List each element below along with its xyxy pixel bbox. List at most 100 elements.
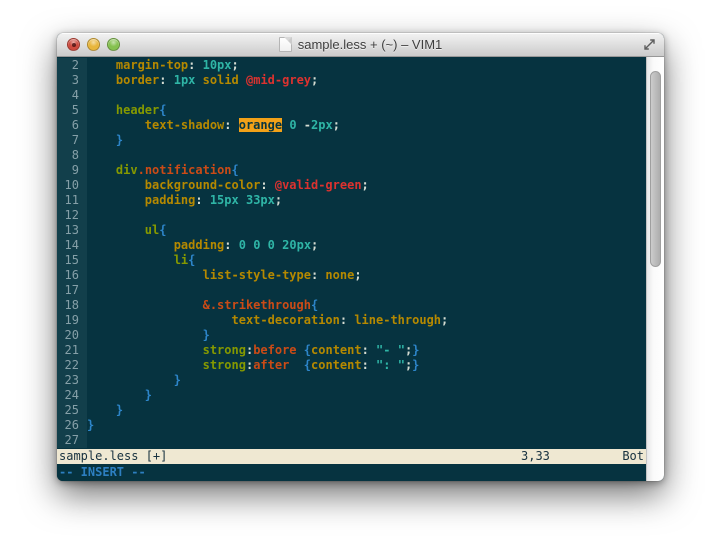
mode-line: -- INSERT --: [57, 464, 646, 481]
token-space: [87, 73, 116, 87]
token-cls: .notification: [138, 163, 232, 177]
token-val: none: [325, 268, 354, 282]
line-number: 17: [57, 283, 87, 298]
token-space: [87, 178, 145, 192]
token-brace: }: [412, 358, 419, 372]
token-cls: after: [253, 358, 289, 372]
token-brace: }: [87, 418, 94, 432]
code-line: 21 strong:before {content: "- ";}: [57, 343, 646, 358]
line-number: 7: [57, 133, 87, 148]
title-bar[interactable]: sample.less + (~) – VIM1: [57, 33, 664, 57]
status-filename: sample.less [+]: [59, 449, 167, 463]
token-pun: :: [195, 193, 209, 207]
token-pun: ;: [311, 73, 318, 87]
token-brace: {: [304, 358, 311, 372]
line-number: 9: [57, 163, 87, 178]
token-space: [87, 313, 232, 327]
code-text: }: [87, 388, 152, 403]
code-line: 11 padding: 15px 33px;: [57, 193, 646, 208]
token-cls: &.strikethrough: [203, 298, 311, 312]
token-prop: padding: [145, 193, 196, 207]
code-text: header{: [87, 103, 167, 118]
token-pun: :: [362, 358, 376, 372]
close-button[interactable]: [67, 38, 80, 51]
zoom-button[interactable]: [107, 38, 120, 51]
code-line: 14 padding: 0 0 0 20px;: [57, 238, 646, 253]
code-line: 24 }: [57, 388, 646, 403]
code-text: div.notification{: [87, 163, 239, 178]
token-brace: }: [412, 343, 419, 357]
token-space: [87, 343, 203, 357]
line-number: 24: [57, 388, 87, 403]
token-pun: ;: [441, 313, 448, 327]
scroll-position: Bot: [622, 449, 644, 464]
code-line: 6 text-shadow: orange 0 -2px;: [57, 118, 646, 133]
code-area[interactable]: 2 margin-top: 10px;3 border: 1px solid @…: [57, 57, 646, 449]
code-line: 13 ul{: [57, 223, 646, 238]
minimize-button[interactable]: [87, 38, 100, 51]
code-line: 27: [57, 433, 646, 448]
token-space: [87, 103, 116, 117]
token-val: line-through: [354, 313, 441, 327]
token-prop: text-shadow: [145, 118, 224, 132]
scrollbar-thumb[interactable]: [650, 71, 661, 267]
code-text: li{: [87, 253, 195, 268]
code-text: border: 1px solid @mid-grey;: [87, 73, 318, 88]
token-prop: padding: [174, 238, 225, 252]
code-line: 9 div.notification{: [57, 163, 646, 178]
line-number: 16: [57, 268, 87, 283]
token-pun: -: [304, 118, 311, 132]
line-number: 5: [57, 103, 87, 118]
token-prop: border: [116, 73, 159, 87]
token-pun: ;: [275, 193, 282, 207]
token-var: @valid-green: [275, 178, 362, 192]
traffic-lights: [67, 38, 120, 51]
token-space: [87, 373, 174, 387]
token-space: [297, 343, 304, 357]
fullscreen-icon[interactable]: [643, 38, 656, 51]
token-brace: }: [116, 403, 123, 417]
token-num: 0: [268, 238, 275, 252]
line-number: 21: [57, 343, 87, 358]
token-sel: li: [174, 253, 188, 267]
token-space: [87, 118, 145, 132]
code-line: 12: [57, 208, 646, 223]
token-val: solid: [203, 73, 239, 87]
code-text: background-color: @valid-green;: [87, 178, 369, 193]
line-number: 14: [57, 238, 87, 253]
editor-pane[interactable]: 2 margin-top: 10px;3 border: 1px solid @…: [57, 57, 646, 481]
token-brace: {: [311, 298, 318, 312]
token-prop: list-style-type: [203, 268, 311, 282]
token-space: [87, 328, 203, 342]
token-space: [195, 73, 202, 87]
token-pun: ;: [354, 268, 361, 282]
line-number: 22: [57, 358, 87, 373]
code-line: 22 strong:after {content: ": ";}: [57, 358, 646, 373]
code-text: padding: 15px 33px;: [87, 193, 282, 208]
token-brace: {: [232, 163, 239, 177]
token-sel: strong: [203, 343, 246, 357]
line-number: 2: [57, 58, 87, 73]
code-text: ul{: [87, 223, 166, 238]
code-line: 16 list-style-type: none;: [57, 268, 646, 283]
token-pun: :: [224, 118, 238, 132]
token-num: 33px: [246, 193, 275, 207]
code-line: 19 text-decoration: line-through;: [57, 313, 646, 328]
code-text: }: [87, 418, 94, 433]
token-brace: {: [188, 253, 195, 267]
line-number: 26: [57, 418, 87, 433]
token-sel: ul: [145, 223, 159, 237]
code-line: 2 margin-top: 10px;: [57, 58, 646, 73]
code-line: 5 header{: [57, 103, 646, 118]
token-space: [87, 388, 145, 402]
token-sel: div: [116, 163, 138, 177]
token-space: [87, 403, 116, 417]
scrollbar[interactable]: [646, 57, 664, 481]
token-pun: :: [188, 58, 202, 72]
code-text: }: [87, 373, 181, 388]
line-number: 11: [57, 193, 87, 208]
token-brace: }: [116, 133, 123, 147]
code-line: 4: [57, 88, 646, 103]
code-line: 26}: [57, 418, 646, 433]
cursor-position: 3,33: [521, 449, 550, 464]
